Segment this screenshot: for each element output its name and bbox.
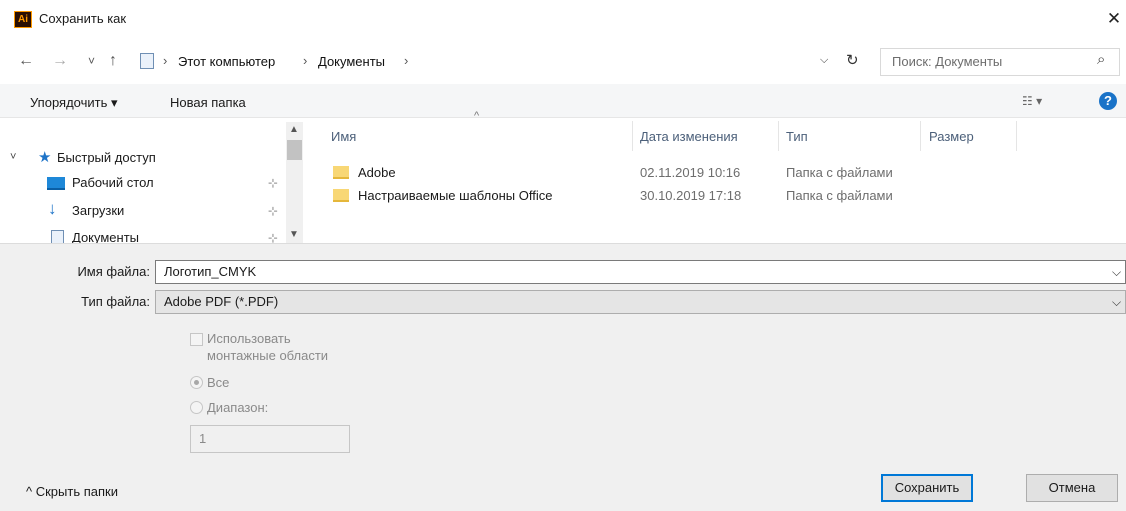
title-bar — [0, 0, 1126, 40]
column-divider[interactable] — [778, 121, 779, 151]
forward-arrow-icon[interactable]: → — [52, 50, 68, 72]
pin-icon: ⊹ — [268, 204, 279, 218]
column-divider[interactable] — [920, 121, 921, 151]
up-arrow-icon[interactable]: ↑ — [109, 50, 117, 72]
cancel-button[interactable]: Отмена — [1026, 474, 1118, 502]
pin-icon: ⊹ — [268, 176, 279, 190]
column-header-size[interactable]: Размер — [929, 129, 974, 144]
sort-indicator-icon: ^ — [474, 110, 480, 122]
column-divider[interactable] — [1016, 121, 1017, 151]
back-arrow-icon[interactable]: ← — [18, 50, 34, 72]
window-title: Сохранить как — [39, 11, 127, 26]
new-folder-button[interactable]: Новая папка — [170, 95, 246, 110]
folder-icon — [333, 166, 349, 179]
range-input[interactable]: 1 — [190, 425, 350, 453]
view-options-icon[interactable]: ☷ ▾ — [1022, 94, 1042, 108]
search-input[interactable]: Поиск: Документы — [892, 54, 1002, 69]
file-date: 02.11.2019 10:16 — [640, 165, 741, 180]
use-artboards-checkbox[interactable] — [190, 333, 203, 346]
documents-icon — [51, 230, 64, 243]
file-type-label: Тип файла: — [81, 294, 150, 309]
file-type: Папка с файлами — [786, 165, 893, 180]
chevron-down-icon[interactable]: ⌵ — [1112, 295, 1121, 310]
illustrator-app-icon: Ai — [14, 11, 32, 28]
pin-icon: ⊹ — [268, 231, 279, 243]
radio-selected-dot — [194, 380, 199, 385]
scroll-down-arrow-icon[interactable]: ▼ — [289, 229, 299, 240]
recent-locations-chevron-icon[interactable]: ˅ — [88, 50, 95, 72]
file-name: Настраиваемые шаблоны Office — [358, 188, 553, 203]
nav-scrollbar-thumb[interactable] — [287, 140, 302, 160]
save-button[interactable]: Сохранить — [881, 474, 973, 502]
folder-icon — [333, 189, 349, 202]
sidebar-item-label: Загрузки — [72, 203, 125, 218]
file-name: Adobe — [358, 165, 396, 180]
radio-all[interactable] — [190, 376, 203, 389]
breadcrumb-this-pc[interactable]: Этот компьютер — [178, 54, 275, 69]
sidebar-item-documents[interactable]: Документы ⊹ — [0, 226, 300, 243]
table-row[interactable]: Настраиваемые шаблоны Office 30.10.2019 … — [331, 186, 931, 206]
file-type: Папка с файлами — [786, 188, 893, 203]
sidebar-item-label: Рабочий стол — [72, 175, 154, 190]
sidebar-item-downloads[interactable]: ↓ Загрузки ⊹ — [0, 199, 300, 223]
breadcrumb-documents[interactable]: Документы — [318, 54, 385, 69]
radio-all-label: Все — [207, 375, 230, 390]
use-artboards-label-line2: монтажные области — [207, 348, 329, 363]
file-name-label: Имя файла: — [77, 264, 150, 279]
scroll-up-arrow-icon[interactable]: ▲ — [289, 124, 299, 135]
star-icon: ★ — [38, 149, 52, 166]
sidebar-item-label: Быстрый доступ — [57, 150, 156, 165]
search-icon[interactable]: ⌕ — [1097, 51, 1105, 68]
column-header-name[interactable]: Имя — [331, 129, 356, 144]
use-artboards-label-line1: Использовать — [207, 331, 291, 346]
table-row[interactable]: Adobe 02.11.2019 10:16 Папка с файлами — [331, 163, 931, 183]
refresh-icon[interactable]: ↻ — [846, 51, 859, 69]
column-header-type[interactable]: Тип — [786, 129, 808, 144]
help-icon[interactable]: ? — [1099, 92, 1117, 110]
close-button[interactable]: ✕ — [1104, 6, 1124, 32]
breadcrumb-separator: › — [303, 53, 308, 68]
sidebar-item-label: Документы — [72, 230, 140, 243]
column-divider[interactable] — [632, 121, 633, 151]
expand-chevron-icon[interactable]: ˅ — [10, 151, 16, 163]
hide-folders-button[interactable]: ^ Скрыть папки — [26, 484, 118, 499]
chevron-down-icon[interactable]: ⌵ — [1112, 265, 1121, 280]
file-date: 30.10.2019 17:18 — [640, 188, 742, 203]
download-icon: ↓ — [48, 199, 57, 218]
file-type-select[interactable]: Adobe PDF (*.PDF) — [155, 290, 1126, 314]
radio-range[interactable] — [190, 401, 203, 414]
sidebar-item-quick-access[interactable]: ˅ ★ Быстрый доступ — [0, 146, 300, 170]
radio-range-label: Диапазон: — [207, 400, 269, 415]
desktop-icon — [47, 177, 65, 190]
organize-button[interactable]: Упорядочить ▾ — [30, 95, 118, 111]
sidebar-item-desktop[interactable]: Рабочий стол ⊹ — [0, 171, 300, 195]
breadcrumb-separator[interactable]: › — [404, 53, 408, 68]
documents-location-icon — [140, 53, 154, 69]
navigation-pane: ˅ ★ Быстрый доступ Рабочий стол ⊹ ↓ Загр… — [0, 119, 305, 243]
command-bar — [0, 84, 1126, 118]
column-header-date[interactable]: Дата изменения — [640, 129, 738, 144]
file-name-field[interactable]: Логотип_CMYK — [155, 260, 1126, 284]
address-dropdown-chevron-icon[interactable]: ⌵ — [820, 54, 828, 67]
breadcrumb-separator: › — [163, 53, 168, 68]
